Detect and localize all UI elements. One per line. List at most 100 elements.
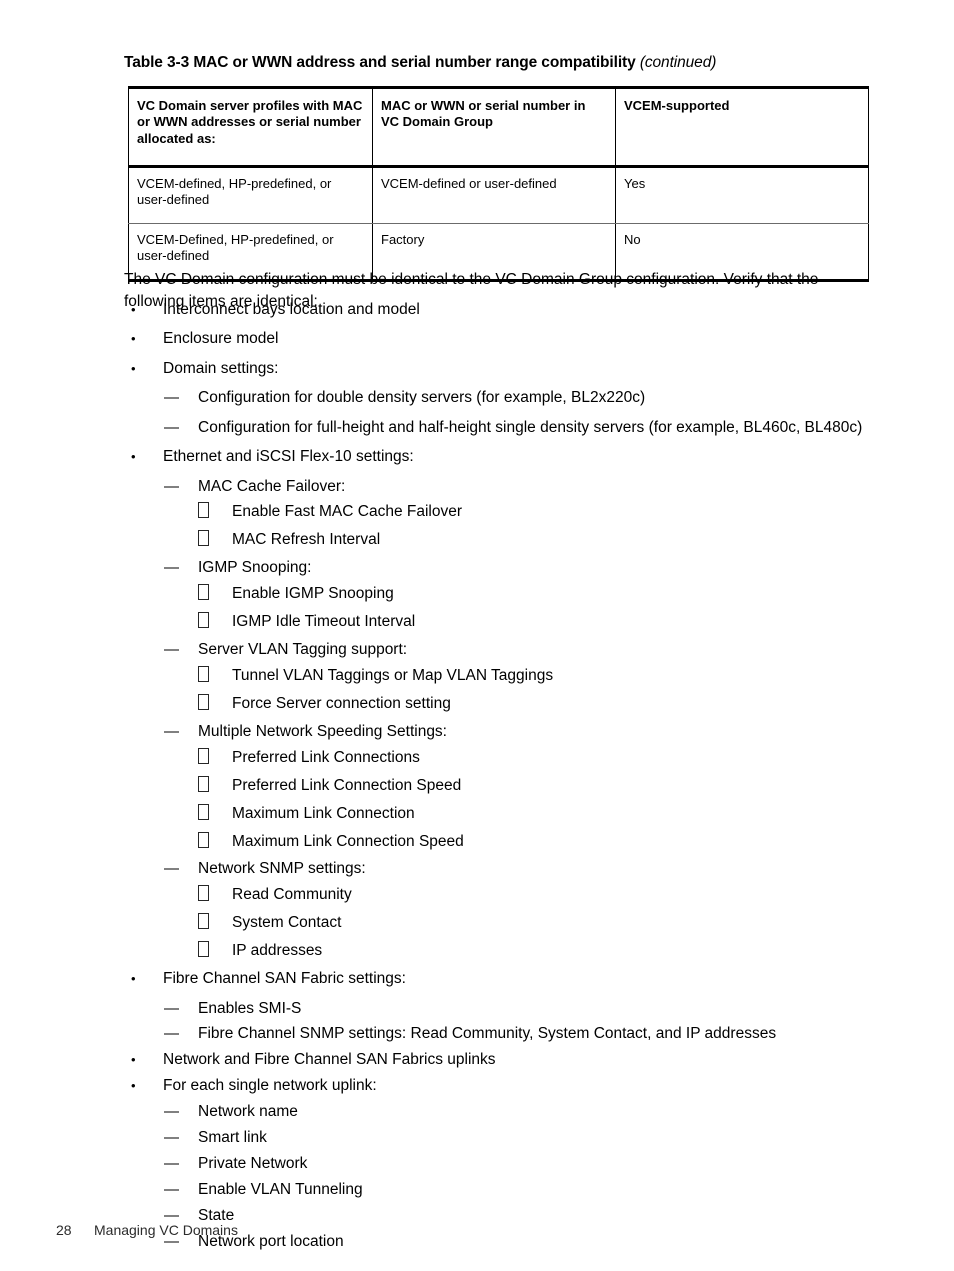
list-item-label: Server VLAN Tagging support: — [198, 641, 408, 659]
list-item: — Enables SMI-S — [124, 999, 894, 1020]
bullet-icon: • — [131, 1052, 136, 1068]
em-dash-icon: — — [164, 559, 179, 577]
missing-glyph-box-icon — [198, 831, 220, 853]
bullet-icon: • — [131, 360, 136, 376]
missing-glyph-box-icon — [198, 502, 220, 523]
em-dash-icon: — — [164, 860, 179, 878]
table-header-cell-vcem-supported: VCEM-supported — [615, 87, 869, 167]
table-cell-profiles: VCEM-defined, HP-predefined, or user-def… — [128, 166, 373, 224]
table-row: VCEM-defined, HP-predefined, or user-def… — [128, 166, 869, 224]
list-item: — Smart link — [124, 1128, 894, 1149]
list-item: — Enable VLAN Tunneling — [124, 1180, 894, 1201]
list-item: — Fibre Channel SNMP settings: Read Comm… — [124, 1024, 894, 1045]
page-number: 28 — [56, 1222, 72, 1238]
list-item-label: Maximum Link Connection — [232, 804, 415, 822]
list-item-label: Network SNMP settings: — [198, 860, 366, 878]
table-caption-continued: (continued) — [639, 54, 717, 71]
compatibility-table-wrapper: VC Domain server profiles with MAC or WW… — [128, 86, 869, 282]
missing-glyph-box-icon — [198, 612, 220, 633]
list-item: Preferred Link Connection Speed — [124, 775, 894, 797]
em-dash-icon: — — [164, 641, 179, 659]
footer-section-title: Managing VC Domains — [94, 1222, 238, 1238]
bullet-icon: • — [131, 449, 136, 465]
list-item: IP addresses — [124, 941, 894, 962]
list-item: • Network and Fibre Channel SAN Fabrics … — [124, 1050, 894, 1071]
list-item: — Configuration for double density serve… — [124, 388, 894, 409]
list-item: — Network name — [124, 1102, 894, 1123]
list-item-label: Fibre Channel SAN Fabric settings: — [163, 970, 406, 988]
table-header-row: VC Domain server profiles with MAC or WW… — [128, 87, 869, 167]
document-page: Table 3-3 MAC or WWN address and serial … — [0, 0, 954, 1271]
list-item-label: Enable IGMP Snooping — [232, 585, 394, 603]
list-item-label: Fibre Channel SNMP settings: Read Commun… — [198, 1025, 777, 1043]
table-caption-main: Table 3-3 MAC or WWN address and serial … — [124, 54, 636, 71]
list-item-label: Preferred Link Connections — [232, 748, 420, 766]
table-header-cell-domain-group: MAC or WWN or serial number in VC Domain… — [372, 87, 616, 167]
em-dash-icon: — — [164, 722, 179, 740]
list-item-label: Maximum Link Connection Speed — [232, 832, 464, 850]
em-dash-icon: — — [164, 418, 179, 436]
table-head: VC Domain server profiles with MAC or WW… — [128, 87, 869, 167]
missing-glyph-box-icon — [198, 941, 220, 962]
list-item-label: MAC Refresh Interval — [232, 531, 381, 549]
list-item: Enable Fast MAC Cache Failover — [124, 502, 894, 523]
list-item: Enable IGMP Snooping — [124, 584, 894, 605]
list-item-label: Smart link — [198, 1129, 267, 1147]
missing-glyph-box-icon — [198, 584, 220, 605]
requirements-list: • Interconnect bays location and model •… — [124, 300, 894, 1258]
table-body: VCEM-defined, HP-predefined, or user-def… — [128, 166, 869, 282]
list-item-label: State — [198, 1206, 235, 1224]
list-item-label: Preferred Link Connection Speed — [232, 776, 462, 794]
table-cell-domain-group: VCEM-defined or user-defined — [372, 166, 616, 224]
list-item: Read Community — [124, 885, 894, 906]
list-item: • Domain settings: — [124, 359, 894, 380]
list-item: • For each single network uplink: — [124, 1076, 894, 1097]
list-item-label: Ethernet and iSCSI Flex-10 settings: — [163, 448, 414, 466]
em-dash-icon: — — [164, 1181, 179, 1198]
list-item: — Network SNMP settings: — [124, 859, 894, 880]
missing-glyph-box-icon — [198, 913, 220, 934]
list-item-label: Network port location — [198, 1232, 344, 1250]
list-item-label: Enable Fast MAC Cache Failover — [232, 503, 463, 521]
em-dash-icon: — — [164, 1025, 179, 1043]
table-header-cell-profiles: VC Domain server profiles with MAC or WW… — [128, 87, 373, 167]
list-item: Tunnel VLAN Taggings or Map VLAN Tagging… — [124, 665, 894, 687]
list-item: — State — [124, 1206, 894, 1227]
list-item: • Fibre Channel SAN Fabric settings: — [124, 969, 894, 990]
missing-glyph-box-icon — [198, 747, 220, 769]
list-item-label: Network name — [198, 1103, 298, 1121]
missing-glyph-box-icon — [198, 775, 220, 797]
list-item: — Configuration for full-height and half… — [124, 418, 894, 439]
missing-glyph-box-icon — [198, 803, 220, 825]
list-item-label: System Contact — [232, 914, 342, 932]
missing-glyph-box-icon — [198, 530, 220, 551]
list-item: Preferred Link Connections — [124, 747, 894, 769]
list-item: • Enclosure model — [124, 329, 894, 350]
bullet-icon: • — [131, 331, 136, 347]
list-item-label: IP addresses — [232, 942, 323, 960]
list-item-label: Domain settings: — [163, 359, 279, 377]
list-item-label: Configuration for double density servers… — [198, 389, 646, 407]
bullet-icon: • — [131, 302, 136, 317]
list-item-label: IGMP Idle Timeout Interval — [232, 613, 416, 631]
list-item-label: Interconnect bays location and model — [163, 301, 420, 318]
list-item-label: Enables SMI-S — [198, 999, 302, 1017]
list-item-label: Enclosure model — [163, 330, 279, 348]
bullet-icon: • — [131, 1078, 136, 1094]
list-item: • Ethernet and iSCSI Flex-10 settings: — [124, 447, 894, 468]
missing-glyph-box-icon — [198, 665, 220, 687]
list-item: • Interconnect bays location and model — [124, 300, 894, 321]
table-cell-vcem-supported: Yes — [615, 166, 869, 224]
em-dash-icon: — — [164, 389, 179, 407]
list-item: Maximum Link Connection Speed — [124, 831, 894, 853]
bullet-icon: • — [131, 971, 136, 987]
list-item: System Contact — [124, 913, 894, 934]
list-item: — Server VLAN Tagging support: — [124, 640, 894, 661]
list-item: — Network port location — [124, 1232, 894, 1253]
em-dash-icon: — — [164, 1129, 179, 1147]
em-dash-icon: — — [164, 477, 179, 495]
list-item-label: Network and Fibre Channel SAN Fabrics up… — [163, 1051, 496, 1069]
list-item: — IGMP Snooping: — [124, 558, 894, 579]
missing-glyph-box-icon — [198, 885, 220, 906]
list-item-label: Multiple Network Speeding Settings: — [198, 722, 447, 740]
